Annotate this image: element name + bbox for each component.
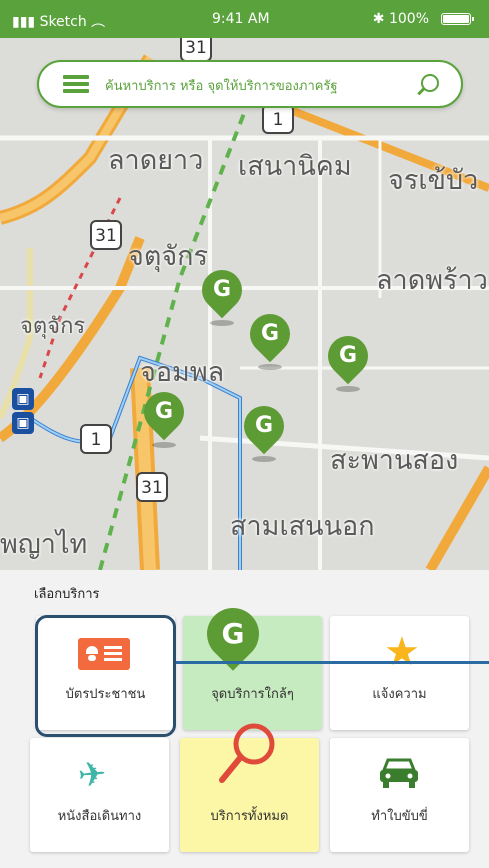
road-shield: 1 xyxy=(80,424,112,454)
service-point-pin[interactable]: G xyxy=(135,383,193,448)
service-passport[interactable]: ✈ หนังสือเดินทาง xyxy=(30,738,169,852)
service-label: จุดบริการใกล้ๆ xyxy=(211,687,294,702)
search-input[interactable]: ค้นหาบริการ หรือ จุดให้บริการของภาครัฐ xyxy=(105,75,338,96)
service-label: ทำใบขับขี่ xyxy=(371,809,428,824)
search-icon[interactable] xyxy=(421,74,439,92)
map-label: สะพานสอง xyxy=(330,445,459,476)
star-icon: ★ xyxy=(384,629,420,675)
battery-icon xyxy=(441,13,474,25)
map-view[interactable]: ลาดยาว เสนานิคม จรเข้บัว จตุจักร ลาดพร้า… xyxy=(0,38,489,570)
callout-line xyxy=(176,661,489,664)
map-label: จอมพล xyxy=(140,357,225,388)
map-label: ลาดพร้าว xyxy=(376,265,488,296)
road-shield: 31 xyxy=(180,38,212,62)
map-roads xyxy=(0,38,489,570)
road-shield: 31 xyxy=(90,220,122,250)
service-report[interactable]: ★ แจ้งความ xyxy=(330,616,469,730)
service-driving-license[interactable]: ทำใบขับขี่ xyxy=(330,738,469,852)
hamburger-menu-icon[interactable] xyxy=(63,75,89,93)
bus-stop-icon[interactable]: ▣ xyxy=(12,412,34,434)
service-point-pin[interactable]: G xyxy=(241,305,299,370)
map-label: พญาไท xyxy=(0,529,88,560)
car-icon xyxy=(380,758,418,788)
service-label: หนังสือเดินทาง xyxy=(57,809,142,824)
road-shield: 31 xyxy=(136,472,168,502)
status-bar: ▮▮▮ Sketch ︵ 9:41 AM ✱ 100% xyxy=(0,0,489,38)
status-time: 9:41 AM xyxy=(212,11,270,27)
service-label: บริการทั้งหมด xyxy=(210,809,289,824)
service-point-pin[interactable]: G xyxy=(235,397,293,462)
location-pin-icon: G xyxy=(196,597,270,680)
pin-glyph: G xyxy=(338,343,358,368)
map-label: เสนานิคม xyxy=(238,151,352,182)
airplane-icon: ✈ xyxy=(76,753,109,797)
magnifier-icon xyxy=(219,723,275,783)
pin-glyph: G xyxy=(154,399,174,424)
panel-title: เลือกบริการ xyxy=(34,587,100,602)
carrier-signal: ▮▮▮ Sketch ︵ xyxy=(12,14,106,30)
battery-percent: ✱ 100% xyxy=(372,11,429,27)
search-bar[interactable]: ค้นหาบริการ หรือ จุดให้บริการของภาครัฐ xyxy=(37,60,463,108)
map-label: จรเข้บัว xyxy=(388,165,479,196)
service-label: แจ้งความ xyxy=(372,687,427,702)
pin-glyph: G xyxy=(212,277,232,302)
selection-highlight xyxy=(35,615,176,737)
pin-glyph: G xyxy=(221,617,245,650)
road-shield: 1 xyxy=(262,104,294,134)
map-label: จตุจักร xyxy=(128,241,209,272)
map-label: จตุจักร xyxy=(20,314,86,339)
pin-glyph: G xyxy=(254,413,274,438)
map-label: ลาดยาว xyxy=(108,145,204,176)
pin-glyph: G xyxy=(260,321,280,346)
map-label: สามเสนนอก xyxy=(230,511,375,542)
service-point-pin[interactable]: G xyxy=(193,261,251,326)
bus-stop-icon[interactable]: ▣ xyxy=(12,388,34,410)
service-panel: เลือกบริการ บัตรประชาชน จุดบริการใกล้ๆ ★… xyxy=(0,570,489,868)
service-point-pin[interactable]: G xyxy=(319,327,377,392)
